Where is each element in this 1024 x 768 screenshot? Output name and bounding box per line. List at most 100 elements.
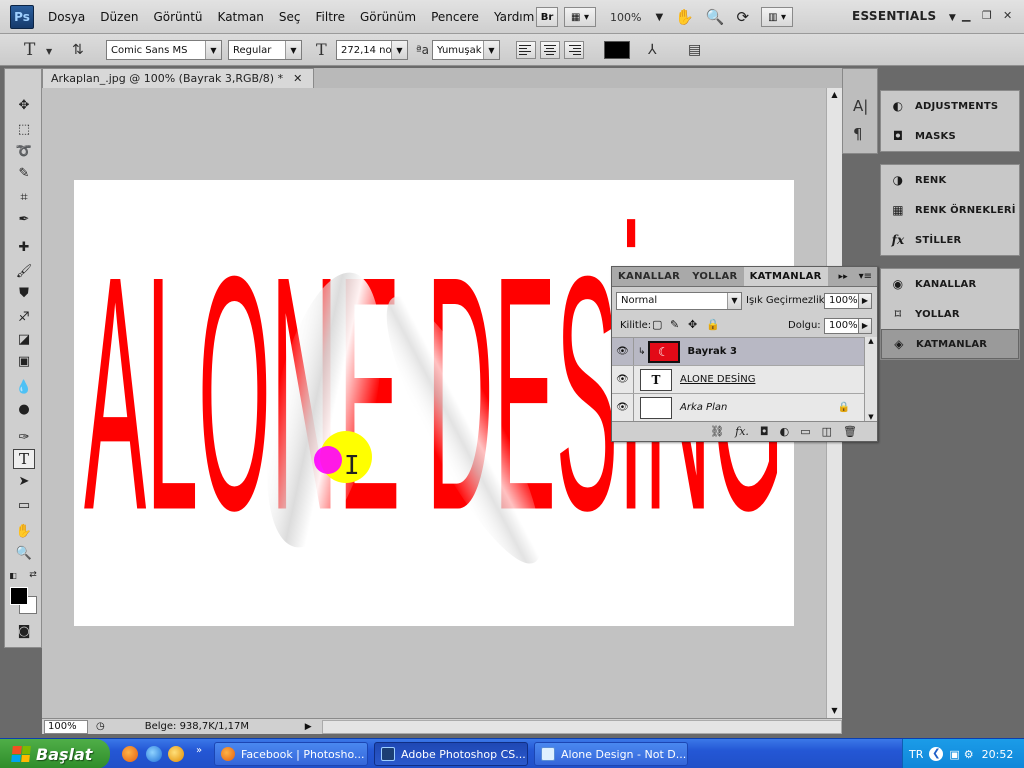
- layers-scrollbar[interactable]: ▲ ▼: [864, 337, 877, 421]
- character-panel-icon[interactable]: A|: [853, 97, 868, 115]
- view-extras-button[interactable]: ▦ ▾: [564, 7, 596, 27]
- taskbar-item-facebook[interactable]: Facebook | Photosho...: [214, 742, 368, 766]
- new-group-icon[interactable]: ▭: [800, 425, 810, 438]
- font-family-select[interactable]: Comic Sans MS ▼: [106, 40, 222, 60]
- lock-position-icon[interactable]: ✥: [688, 318, 697, 331]
- dock-item-renk[interactable]: ◑ RENK: [881, 165, 1019, 195]
- eraser-tool-icon[interactable]: ◪: [13, 329, 35, 349]
- workspace-switcher[interactable]: ESSENTIALS ▼: [852, 9, 956, 23]
- menu-dosya[interactable]: Dosya: [48, 10, 85, 24]
- visibility-eye-icon[interactable]: 👁: [612, 338, 634, 365]
- healing-brush-tool-icon[interactable]: ✚: [13, 237, 35, 257]
- hand-tool-icon[interactable]: ✋: [675, 8, 694, 26]
- paragraph-panel-icon[interactable]: ¶: [853, 125, 863, 143]
- align-left-button[interactable]: [516, 41, 536, 59]
- tab-kanallar[interactable]: KANALLAR: [612, 267, 686, 286]
- quick-select-tool-icon[interactable]: ✎: [13, 163, 35, 183]
- blur-tool-icon[interactable]: 💧: [13, 377, 35, 397]
- dodge-tool-icon[interactable]: ●: [13, 399, 35, 419]
- taskbar-item-notepad[interactable]: Alone Design - Not D...: [534, 742, 688, 766]
- tray-app-icon[interactable]: ▣: [949, 748, 959, 761]
- type-tool-icon[interactable]: T: [13, 449, 35, 469]
- marquee-tool-icon[interactable]: ⬚: [13, 119, 35, 139]
- lock-transparency-icon[interactable]: ▢: [652, 318, 662, 331]
- eyedropper-tool-icon[interactable]: ✒: [13, 209, 35, 229]
- chevron-down-icon[interactable]: ▼: [655, 12, 663, 23]
- add-mask-icon[interactable]: ◘: [760, 425, 769, 438]
- menu-sec[interactable]: Seç: [279, 10, 301, 24]
- visibility-eye-icon[interactable]: 👁: [612, 366, 634, 393]
- menu-katman[interactable]: Katman: [218, 10, 264, 24]
- tab-katmanlar[interactable]: KATMANLAR: [743, 267, 828, 286]
- panel-menu-icon[interactable]: ▾≡: [854, 267, 877, 286]
- opacity-field[interactable]: 100%: [824, 293, 860, 309]
- history-brush-tool-icon[interactable]: ♐: [13, 307, 35, 327]
- status-arrow-icon[interactable]: ▶: [305, 722, 312, 732]
- scroll-down-icon[interactable]: ▼: [827, 704, 842, 718]
- menu-goruntu[interactable]: Görüntü: [153, 10, 202, 24]
- default-colors-icon[interactable]: ◧: [7, 565, 19, 585]
- scroll-down-icon[interactable]: ▼: [865, 413, 877, 421]
- status-menu-icon[interactable]: ◷: [96, 721, 105, 732]
- lasso-tool-icon[interactable]: ➰: [13, 141, 35, 161]
- font-size-select[interactable]: 272,14 nok ▼: [336, 40, 408, 60]
- firefox-icon[interactable]: [122, 746, 138, 762]
- document-tab[interactable]: Arkaplan_.jpg @ 100% (Bayrak 3,RGB/8) * …: [42, 68, 314, 88]
- text-color-swatch[interactable]: [604, 41, 630, 59]
- minimize-icon[interactable]: ▁: [962, 9, 970, 22]
- opacity-slider-button[interactable]: ▶: [858, 293, 872, 309]
- lock-pixels-icon[interactable]: ✎: [670, 318, 679, 331]
- trash-icon[interactable]: 🗑: [843, 425, 857, 438]
- language-indicator[interactable]: TR: [909, 748, 923, 761]
- clone-stamp-tool-icon[interactable]: ⛊: [13, 283, 35, 303]
- close-icon[interactable]: ✕: [293, 72, 302, 85]
- antialias-select[interactable]: Yumuşak ▼: [432, 40, 500, 60]
- adjustment-layer-icon[interactable]: ◐: [780, 425, 790, 438]
- brush-tool-icon[interactable]: 🖌: [13, 261, 35, 281]
- dock-item-channels[interactable]: ◉ KANALLAR: [881, 269, 1019, 299]
- dock-item-paths[interactable]: ⌑ YOLLAR: [881, 299, 1019, 329]
- close-icon[interactable]: ✕: [1003, 9, 1012, 22]
- pen-tool-icon[interactable]: ✑: [13, 427, 35, 447]
- dock-item-adjustments[interactable]: ◐ ADJUSTMENTS: [881, 91, 1019, 121]
- align-center-button[interactable]: [540, 41, 560, 59]
- menu-filtre[interactable]: Filtre: [316, 10, 345, 24]
- lock-all-icon[interactable]: 🔒: [706, 318, 720, 331]
- rotate-view-icon[interactable]: ⟳: [737, 8, 750, 26]
- chevron-down-icon[interactable]: ▼: [46, 47, 52, 56]
- font-style-select[interactable]: Regular ▼: [228, 40, 302, 60]
- menu-yardim[interactable]: Yardım: [494, 10, 534, 24]
- menu-gorunum[interactable]: Görünüm: [360, 10, 416, 24]
- foreground-color-swatch[interactable]: [10, 587, 28, 605]
- start-button[interactable]: Başlat: [0, 739, 110, 768]
- link-layers-icon[interactable]: ⛓: [710, 425, 724, 438]
- bridge-button[interactable]: Br: [536, 7, 558, 27]
- layer-row-alone-desing[interactable]: 👁 T ALONE DESİNG: [612, 366, 864, 394]
- dock-item-styles[interactable]: fx STİLLER: [881, 225, 1019, 255]
- collapse-panel-icon[interactable]: ▸▸: [833, 267, 854, 286]
- text-orientation-icon[interactable]: ⇅: [72, 42, 84, 58]
- dock-item-masks[interactable]: ◘ MASKS: [881, 121, 1019, 151]
- zoom-level[interactable]: 100%: [610, 11, 641, 24]
- layer-row-bayrak-3[interactable]: 👁 ↳ ☾ Bayrak 3: [612, 338, 864, 366]
- crop-tool-icon[interactable]: ⌗: [13, 187, 35, 207]
- arrange-documents-button[interactable]: ▥ ▾: [761, 7, 794, 27]
- path-selection-tool-icon[interactable]: ➤: [13, 471, 35, 491]
- taskbar-item-photoshop[interactable]: Adobe Photoshop CS...: [374, 742, 528, 766]
- internet-explorer-icon[interactable]: [146, 746, 162, 762]
- align-right-button[interactable]: [564, 41, 584, 59]
- warp-text-icon[interactable]: ⅄: [648, 42, 657, 58]
- blend-mode-select[interactable]: Normal ▼: [616, 292, 742, 310]
- zoom-tool-icon[interactable]: 🔍: [13, 543, 35, 563]
- menu-duzen[interactable]: Düzen: [100, 10, 138, 24]
- gradient-tool-icon[interactable]: ▣: [13, 351, 35, 371]
- text-tool-preset-icon[interactable]: T: [24, 40, 35, 60]
- restore-icon[interactable]: ❐: [982, 9, 992, 22]
- dock-item-layers[interactable]: ◈ KATMANLAR: [881, 329, 1019, 359]
- layer-row-arka-plan[interactable]: 👁 Arka Plan 🔒: [612, 394, 864, 422]
- fx-icon[interactable]: fx.: [735, 425, 749, 438]
- swap-colors-icon[interactable]: ⇄: [27, 565, 39, 585]
- move-tool-icon[interactable]: ✥: [13, 95, 35, 115]
- shape-tool-icon[interactable]: ▭: [13, 495, 35, 515]
- scroll-up-icon[interactable]: ▲: [827, 88, 842, 102]
